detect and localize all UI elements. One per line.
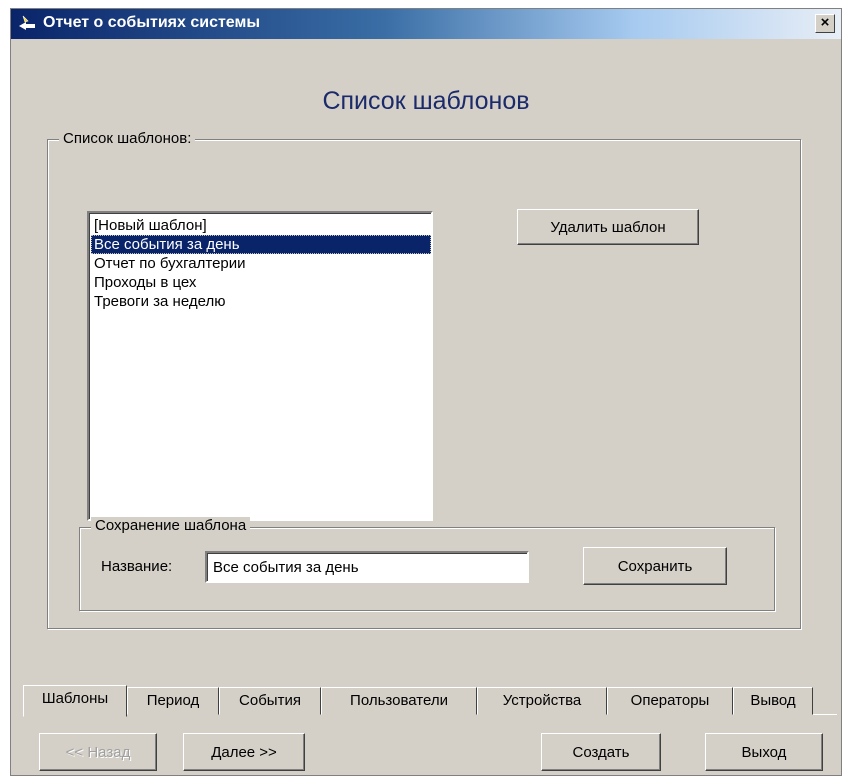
report-wizard-icon bbox=[19, 15, 35, 30]
title-bar[interactable]: Отчет о событиях системы × bbox=[11, 9, 841, 39]
template-name-input[interactable] bbox=[205, 551, 529, 583]
create-button[interactable]: Создать bbox=[541, 733, 661, 771]
tab-4[interactable]: Пользователи bbox=[321, 687, 477, 715]
template-list-item[interactable]: Все события за день bbox=[91, 235, 431, 254]
window-title: Отчет о событиях системы bbox=[43, 14, 260, 31]
tab-5[interactable]: Устройства bbox=[477, 687, 607, 715]
save-template-group-label: Сохранение шаблона bbox=[91, 517, 251, 534]
template-list-item[interactable]: [Новый шаблон] bbox=[91, 216, 431, 235]
next-button[interactable]: Далее >> bbox=[183, 733, 305, 771]
exit-button[interactable]: Выход bbox=[705, 733, 823, 771]
close-icon[interactable]: × bbox=[815, 14, 835, 33]
tab-7[interactable]: Вывод bbox=[733, 687, 813, 715]
dialog-window: Отчет о событиях системы × Список шаблон… bbox=[10, 8, 842, 776]
template-list-item[interactable]: Тревоги за неделю bbox=[91, 292, 431, 311]
delete-template-button[interactable]: Удалить шаблон bbox=[517, 209, 699, 245]
templates-listbox[interactable]: [Новый шаблон] Все события за день Отчет п… bbox=[87, 211, 433, 521]
back-button[interactable]: << Назад bbox=[39, 733, 157, 771]
tab-3[interactable]: События bbox=[219, 687, 321, 715]
page-title: Список шаблонов bbox=[322, 87, 530, 115]
templates-group-label: Список шаблонов: bbox=[59, 130, 196, 147]
tab-1[interactable]: Шаблоны bbox=[23, 685, 127, 717]
template-list-item[interactable]: Проходы в цех bbox=[91, 273, 431, 292]
template-list-item[interactable]: Отчет по бухгалтерии bbox=[91, 254, 431, 273]
save-button[interactable]: Сохранить bbox=[583, 547, 727, 585]
tab-6[interactable]: Операторы bbox=[607, 687, 733, 715]
tab-2[interactable]: Период bbox=[127, 687, 219, 715]
name-label: Название: bbox=[101, 558, 173, 575]
tab-page-templates: Список шаблонов Список шаблонов: [Новый … bbox=[19, 47, 833, 693]
